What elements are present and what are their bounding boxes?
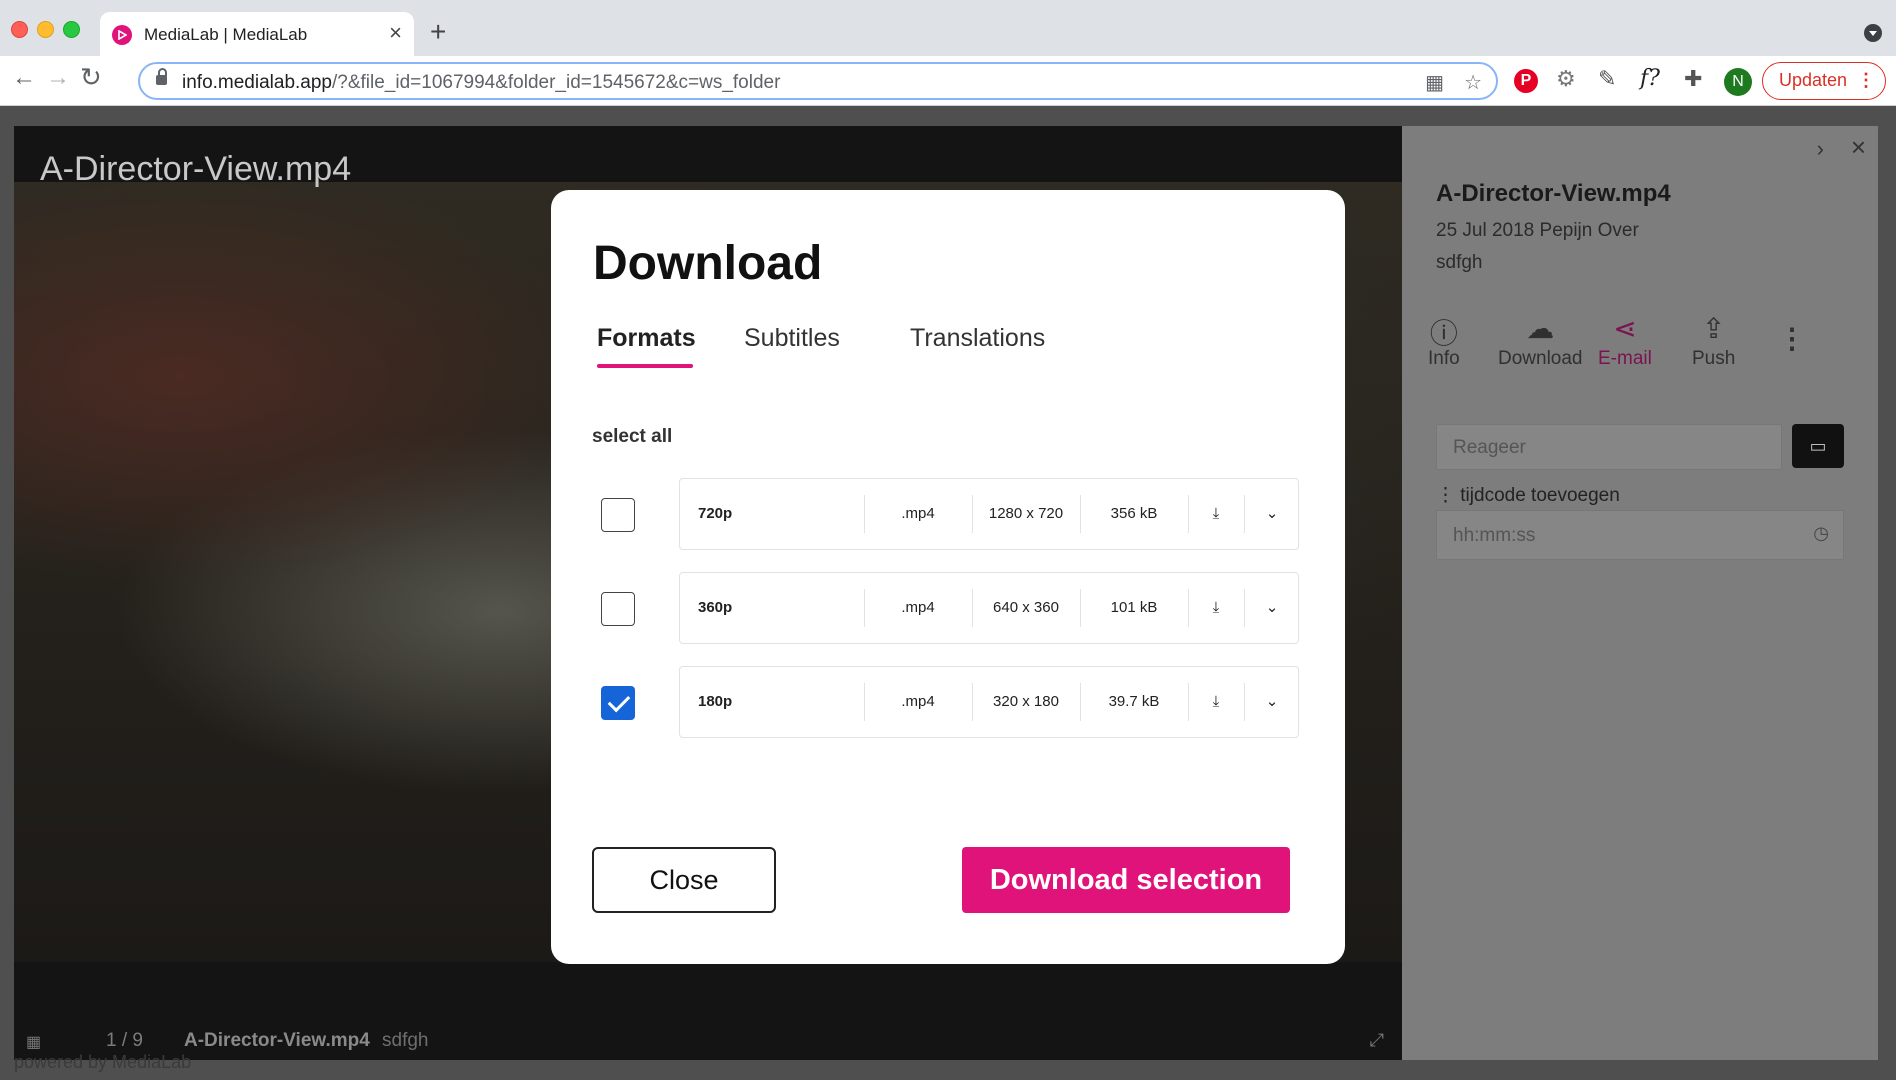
sidebar-date: 25 Jul 2018 <box>1436 220 1535 241</box>
cloud-download-icon: ☁ <box>1526 313 1555 344</box>
tab-search-icon[interactable] <box>1864 24 1882 42</box>
pinterest-icon[interactable]: P <box>1514 69 1538 93</box>
format-card: 360p .mp4 640 x 360 101 kB ⤓ ⌄ <box>679 572 1299 644</box>
download-icon[interactable]: ⤓ <box>1188 573 1244 643</box>
info-icon: ⓘ <box>1429 318 1458 349</box>
url-text[interactable]: info.medialab.app/?&file_id=1067994&fold… <box>182 72 780 94</box>
file-description: sdfgh <box>382 1030 429 1051</box>
lock-icon <box>156 68 167 85</box>
chevron-down-icon[interactable]: ⌄ <box>1244 573 1300 643</box>
viewer-bottom-bar: ▦ 1 / 9 A-Director-View.mp4 sdfgh ⤢ <box>14 1020 1402 1060</box>
bookmark-star-icon[interactable]: ☆ <box>1464 70 1482 95</box>
format-name: 720p <box>698 505 733 522</box>
sidebar-meta: 25 Jul 2018 Pepijn Over <box>1436 220 1639 242</box>
format-extension: .mp4 <box>901 693 935 710</box>
format-resolution: 640 x 360 <box>993 599 1059 616</box>
reload-icon[interactable]: ↻ <box>80 64 102 90</box>
modal-title: Download <box>593 237 823 290</box>
qr-code-icon[interactable]: ▦ <box>1425 70 1444 95</box>
format-checkbox[interactable] <box>601 498 635 532</box>
sidebar-description: sdfgh <box>1436 252 1483 273</box>
extension-gear-icon[interactable]: ⚙ <box>1556 68 1576 90</box>
share-icon: ⋖ <box>1613 313 1637 344</box>
download-selection-button[interactable]: Download selection <box>962 847 1290 913</box>
sidebar-author: Pepijn Over <box>1539 220 1639 241</box>
sidebar-title: A-Director-View.mp4 <box>1436 180 1671 207</box>
extensions-puzzle-icon[interactable]: ✚ <box>1684 68 1702 90</box>
powered-by[interactable]: powered by MediaLab <box>14 1052 191 1073</box>
update-button[interactable]: Updaten ⋮ <box>1762 62 1886 100</box>
tab-close-icon[interactable]: × <box>389 22 402 44</box>
window-maximize-button[interactable] <box>63 21 80 38</box>
comment-input[interactable]: Reageer <box>1436 424 1782 470</box>
close-button[interactable]: Close <box>592 847 776 913</box>
action-push[interactable]: ⇪ Push <box>1692 312 1735 370</box>
timecode-input[interactable]: hh:mm:ss ◷ <box>1436 510 1844 560</box>
format-row: 360p .mp4 640 x 360 101 kB ⤓ ⌄ <box>551 572 1345 644</box>
font-finder-icon[interactable]: f? <box>1640 68 1660 90</box>
fullscreen-icon[interactable]: ⤢ <box>1370 1030 1384 1051</box>
details-sidebar: › × A-Director-View.mp4 25 Jul 2018 Pepi… <box>1402 126 1878 1060</box>
format-checkbox[interactable] <box>601 592 635 626</box>
comment-icon: ▭ <box>1809 436 1827 456</box>
format-resolution: 1280 x 720 <box>988 505 1064 522</box>
format-size: 356 kB <box>1110 505 1158 522</box>
download-icon[interactable]: ⤓ <box>1188 667 1244 737</box>
chevron-down-icon[interactable]: ⌄ <box>1244 479 1300 549</box>
timecode-toggle[interactable]: ⋮ tijdcode toevoegen <box>1436 484 1620 507</box>
action-email[interactable]: ⋖ E-mail <box>1598 312 1652 370</box>
profile-avatar[interactable]: N <box>1724 68 1752 96</box>
download-modal: Download Formats Subtitles Translations … <box>551 190 1345 964</box>
tab-formats[interactable]: Formats <box>597 324 696 353</box>
upload-icon: ⇪ <box>1701 313 1726 344</box>
browser-tab[interactable]: MediaLab | MediaLab × <box>100 12 414 56</box>
eyedropper-icon[interactable]: ✎ <box>1598 68 1616 90</box>
format-card: 180p .mp4 320 x 180 39.7 kB ⤓ ⌄ <box>679 666 1299 738</box>
chevron-down-icon[interactable]: ⌄ <box>1244 667 1300 737</box>
send-comment-button[interactable]: ▭ <box>1792 424 1844 468</box>
file-counter: 1 / 9 <box>106 1030 143 1051</box>
format-card: 720p .mp4 1280 x 720 356 kB ⤓ ⌄ <box>679 478 1299 550</box>
address-bar[interactable]: info.medialab.app/?&file_id=1067994&fold… <box>138 62 1498 100</box>
back-icon[interactable]: ← <box>12 66 36 90</box>
file-name: A-Director-View.mp4 <box>184 1030 370 1051</box>
action-info[interactable]: ⓘ Info <box>1428 312 1460 370</box>
new-tab-icon[interactable]: + <box>430 18 446 46</box>
format-name: 180p <box>698 693 733 710</box>
format-checkbox[interactable] <box>601 686 635 720</box>
select-all-link[interactable]: select all <box>592 426 672 448</box>
chrome-menu-icon[interactable]: ⋮ <box>1857 63 1875 98</box>
browser-tab-bar: MediaLab | MediaLab × + <box>0 0 1896 56</box>
format-extension: .mp4 <box>901 505 935 522</box>
format-row: 720p .mp4 1280 x 720 356 kB ⤓ ⌄ <box>551 478 1345 550</box>
viewer-title: A-Director-View.mp4 <box>40 150 352 188</box>
tab-title: MediaLab | MediaLab <box>144 25 308 44</box>
format-extension: .mp4 <box>901 599 935 616</box>
window-close-button[interactable] <box>11 21 28 38</box>
chevron-right-icon[interactable]: › <box>1817 136 1824 162</box>
format-name: 360p <box>698 599 733 616</box>
active-tab-indicator <box>597 364 693 368</box>
tab-translations[interactable]: Translations <box>910 324 1045 353</box>
format-row: 180p .mp4 320 x 180 39.7 kB ⤓ ⌄ <box>551 666 1345 738</box>
action-download[interactable]: ☁ Download <box>1498 312 1583 370</box>
clock-icon: ◷ <box>1813 523 1829 543</box>
forward-icon[interactable]: → <box>46 66 70 90</box>
window-minimize-button[interactable] <box>37 21 54 38</box>
download-icon[interactable]: ⤓ <box>1188 479 1244 549</box>
medialab-favicon-icon <box>112 25 132 45</box>
grid-view-icon[interactable]: ▦ <box>26 1032 41 1052</box>
format-size: 101 kB <box>1110 599 1158 616</box>
more-options-icon[interactable]: ⋮ <box>1778 322 1806 355</box>
format-size: 39.7 kB <box>1108 693 1160 710</box>
format-resolution: 320 x 180 <box>993 693 1059 710</box>
tab-subtitles[interactable]: Subtitles <box>744 324 840 353</box>
close-icon[interactable]: × <box>1851 132 1866 163</box>
